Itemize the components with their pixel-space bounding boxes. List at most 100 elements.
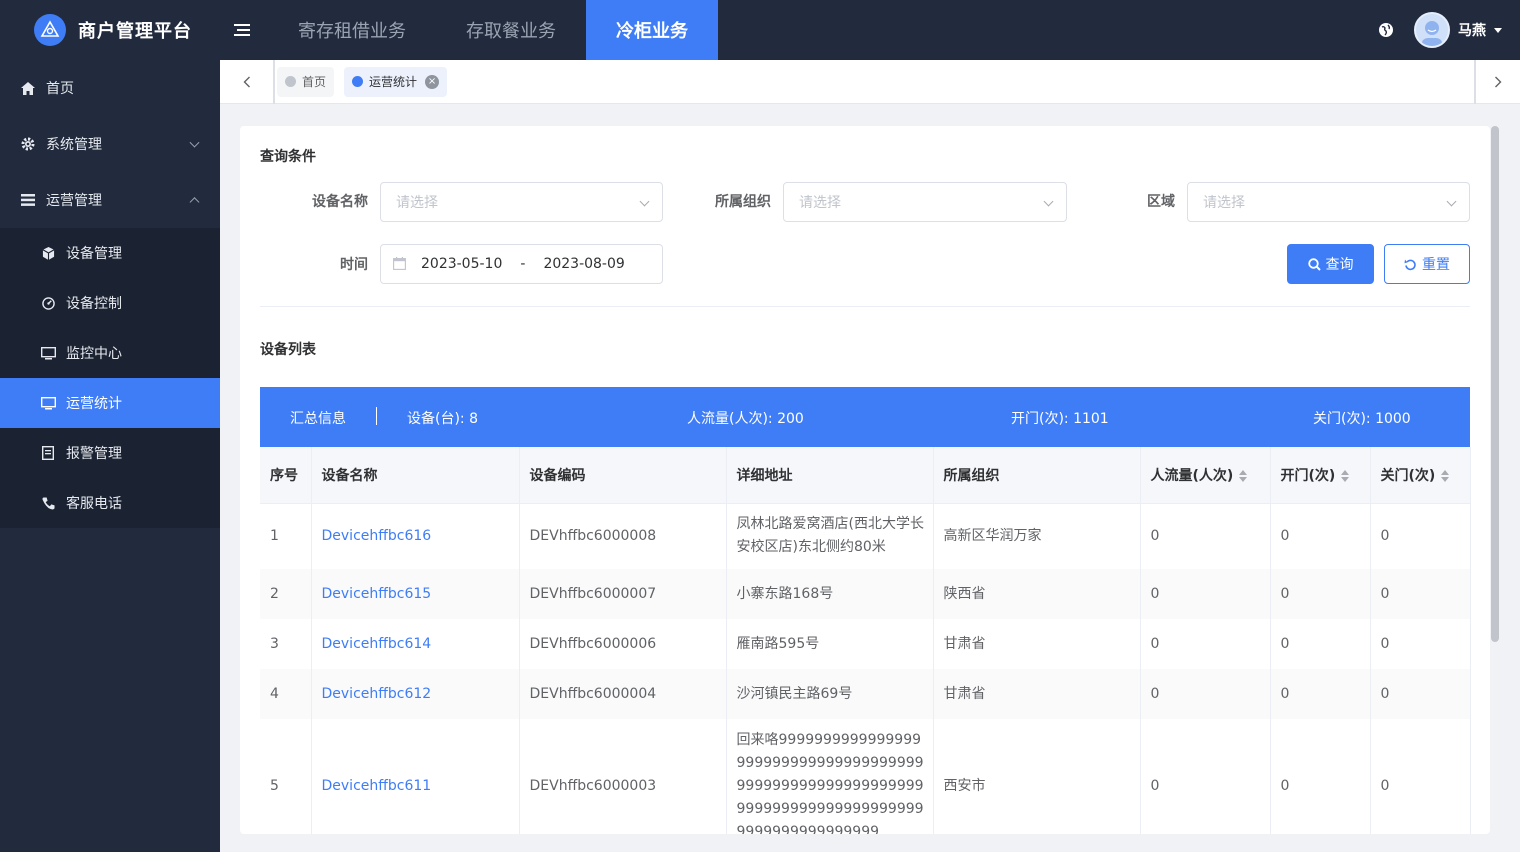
globe-icon[interactable] xyxy=(1378,21,1396,39)
menu-toggle-icon[interactable] xyxy=(220,0,268,60)
sidebar-item-label: 设备管理 xyxy=(66,246,122,262)
query-section-title: 查询条件 xyxy=(260,149,316,165)
summary-opens: 开门(次): 1101 xyxy=(1011,411,1109,427)
scrollbar-thumb[interactable] xyxy=(1491,126,1499,642)
sidebar-item-label: 设备控制 xyxy=(66,296,122,312)
cell-no: 2 xyxy=(260,569,312,619)
sidebar-item-operations[interactable]: 运营管理 xyxy=(0,172,220,228)
column-header-sortable[interactable]: 人流量(人次) xyxy=(1140,447,1271,504)
cell-traffic: 0 xyxy=(1140,503,1271,569)
vertical-scrollbar[interactable] xyxy=(1490,126,1500,834)
date-end[interactable]: 2023-08-09 xyxy=(543,256,624,272)
sort-icon[interactable] xyxy=(1239,469,1248,482)
sidebar-item-label: 监控中心 xyxy=(66,346,122,362)
reset-button-label: 重置 xyxy=(1422,257,1450,273)
sidebar-item-service-phone[interactable]: 客服电话 xyxy=(0,478,220,528)
top-nav-item[interactable]: 存取餐业务 xyxy=(436,0,586,60)
date-separator: - xyxy=(520,256,526,272)
org-select[interactable]: 请选择 xyxy=(783,182,1067,222)
cell-org: 甘肃省 xyxy=(933,619,1141,669)
cell-org: 陕西省 xyxy=(933,569,1141,619)
sidebar-item-monitor-center[interactable]: 监控中心 xyxy=(0,328,220,378)
column-header-label: 关门(次) xyxy=(1380,467,1436,484)
search-button[interactable]: 查询 xyxy=(1287,244,1374,284)
dashboard-icon xyxy=(40,295,56,311)
cell-code: DEVhffbc6000004 xyxy=(519,669,727,719)
tab-label: 运营统计 xyxy=(369,75,418,89)
select-placeholder: 请选择 xyxy=(1203,195,1245,211)
tabs-scroll-right-icon[interactable] xyxy=(1474,59,1520,104)
reset-button[interactable]: 重置 xyxy=(1384,244,1470,284)
device-table: 序号 设备名称 设备编码 详细地址 所属组织 人流量(人次) 开门(次) 关门(… xyxy=(260,447,1471,834)
monitor-icon xyxy=(40,345,56,361)
chevron-up-icon xyxy=(189,197,200,208)
username[interactable]: 马燕 xyxy=(1458,20,1486,40)
cell-opens: 0 xyxy=(1270,569,1371,619)
logo-icon xyxy=(34,14,66,46)
column-header: 设备编码 xyxy=(519,447,727,504)
cell-device-name-link[interactable]: Devicehffbc612 xyxy=(311,669,520,719)
column-header-label: 人流量(人次) xyxy=(1150,467,1234,484)
cell-code: DEVhffbc6000003 xyxy=(519,719,727,834)
sidebar-item-device-control[interactable]: 设备控制 xyxy=(0,278,220,328)
top-nav: 寄存租借业务 存取餐业务 冷柜业务 xyxy=(268,0,718,60)
document-icon xyxy=(40,445,56,461)
column-header-sortable[interactable]: 关门(次) xyxy=(1370,447,1471,504)
chevron-down-icon[interactable] xyxy=(1494,27,1502,33)
search-icon xyxy=(1307,257,1322,271)
top-nav-item[interactable]: 寄存租借业务 xyxy=(268,0,436,60)
cell-address: 回来咯9999999999999999999999999999999999999… xyxy=(726,719,934,834)
cell-no: 3 xyxy=(260,619,312,669)
top-nav-item-active[interactable]: 冷柜业务 xyxy=(586,0,718,60)
column-header-sortable[interactable]: 开门(次) xyxy=(1270,447,1371,504)
table-row: 4 Devicehffbc612 DEVhffbc6000004 沙河镇民主路6… xyxy=(260,669,1471,719)
sidebar: 首页 系统管理 运营管理 设备管理 设备控制 监控中心 运营统计 报警管理 客服… xyxy=(0,60,220,852)
select-placeholder: 请选择 xyxy=(799,195,841,211)
tabs-scroll-left-icon[interactable] xyxy=(220,59,275,104)
sidebar-item-system[interactable]: 系统管理 xyxy=(0,116,220,172)
cell-opens: 0 xyxy=(1270,503,1371,569)
close-icon[interactable]: × xyxy=(425,74,440,89)
tab-home[interactable]: 首页 xyxy=(277,66,335,97)
select-placeholder: 请选择 xyxy=(396,195,438,211)
table-row: 5 Devicehffbc611 DEVhffbc6000003 回来咯9999… xyxy=(260,719,1471,834)
cell-code: DEVhffbc6000008 xyxy=(519,503,727,569)
column-header-label: 开门(次) xyxy=(1280,467,1336,484)
table-header-row: 序号 设备名称 设备编码 详细地址 所属组织 人流量(人次) 开门(次) 关门(… xyxy=(260,447,1471,504)
search-button-label: 查询 xyxy=(1325,257,1354,273)
sidebar-item-device-management[interactable]: 设备管理 xyxy=(0,228,220,278)
tab-dot-icon xyxy=(285,76,296,87)
cell-device-name-link[interactable]: Devicehffbc611 xyxy=(311,719,520,834)
device-name-select[interactable]: 请选择 xyxy=(380,182,663,222)
sidebar-item-operation-stats[interactable]: 运营统计 xyxy=(0,378,220,428)
column-header: 设备名称 xyxy=(311,447,520,504)
table-row: 1 Devicehffbc616 DEVhffbc6000008 凤林北路爱窝酒… xyxy=(260,503,1471,569)
brand[interactable]: 商户管理平台 xyxy=(0,0,220,60)
cell-traffic: 0 xyxy=(1140,669,1271,719)
cell-opens: 0 xyxy=(1270,619,1371,669)
sort-icon[interactable] xyxy=(1341,469,1350,482)
tabs-bar: 首页 运营统计 × xyxy=(220,59,1520,104)
cell-device-name-link[interactable]: Devicehffbc614 xyxy=(311,619,520,669)
cell-org: 甘肃省 xyxy=(933,669,1141,719)
date-range-picker[interactable]: 2023-05-10 - 2023-08-09 xyxy=(380,244,663,284)
sidebar-item-alarm-management[interactable]: 报警管理 xyxy=(0,428,220,478)
chevron-down-icon xyxy=(1043,196,1054,207)
avatar[interactable] xyxy=(1414,12,1450,48)
region-select[interactable]: 请选择 xyxy=(1187,182,1470,222)
tab-operation-stats[interactable]: 运营统计 × xyxy=(344,66,448,97)
list-icon xyxy=(20,192,36,208)
sidebar-item-home[interactable]: 首页 xyxy=(0,60,220,116)
sidebar-item-label: 报警管理 xyxy=(66,446,122,462)
summary-traffic: 人流量(人次): 200 xyxy=(687,411,804,427)
cell-opens: 0 xyxy=(1270,669,1371,719)
cell-device-name-link[interactable]: Devicehffbc616 xyxy=(311,503,520,569)
cell-closes: 0 xyxy=(1370,619,1471,669)
sort-icon[interactable] xyxy=(1441,469,1450,482)
date-start[interactable]: 2023-05-10 xyxy=(421,256,502,272)
cell-opens: 0 xyxy=(1270,719,1371,834)
sidebar-item-label: 系统管理 xyxy=(46,137,102,153)
cell-address: 沙河镇民主路69号 xyxy=(726,669,934,719)
submenu-operations: 设备管理 设备控制 监控中心 运营统计 报警管理 客服电话 xyxy=(0,228,220,528)
cell-device-name-link[interactable]: Devicehffbc615 xyxy=(311,569,520,619)
